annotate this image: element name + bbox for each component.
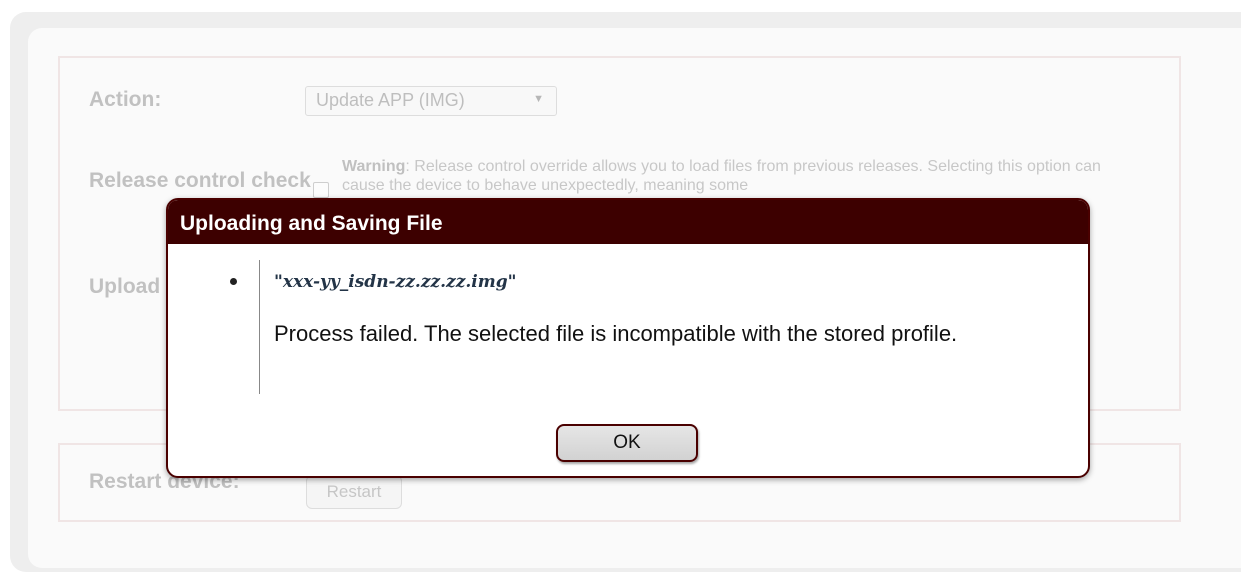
release-warning-text: Warning: Release control override allows… [342, 157, 1142, 195]
upload-label: Upload [89, 275, 161, 298]
chevron-down-icon: ▼ [533, 93, 544, 105]
dialog-title: Uploading and Saving File [168, 200, 1088, 244]
release-control-checkbox[interactable] [313, 182, 329, 198]
restart-button[interactable]: Restart [306, 475, 402, 509]
bullet-icon [230, 278, 237, 285]
action-select[interactable]: Update APP (IMG) ▼ [305, 86, 557, 116]
release-control-label: Release control check [89, 169, 311, 192]
action-label: Action: [89, 88, 162, 111]
error-message: Process failed. The selected file is inc… [274, 321, 958, 346]
warning-heading: Warning [342, 158, 406, 175]
warning-body: : Release control override allows you to… [342, 158, 1101, 194]
action-select-value: Update APP (IMG) [316, 90, 465, 110]
upload-error-dialog: Uploading and Saving File "xxx-yy_isdn-z… [166, 198, 1090, 478]
ok-button[interactable]: OK [556, 424, 698, 462]
file-name: "xxx-yy_isdn-zz.zz.zz.img" [274, 272, 517, 292]
divider [259, 260, 260, 394]
